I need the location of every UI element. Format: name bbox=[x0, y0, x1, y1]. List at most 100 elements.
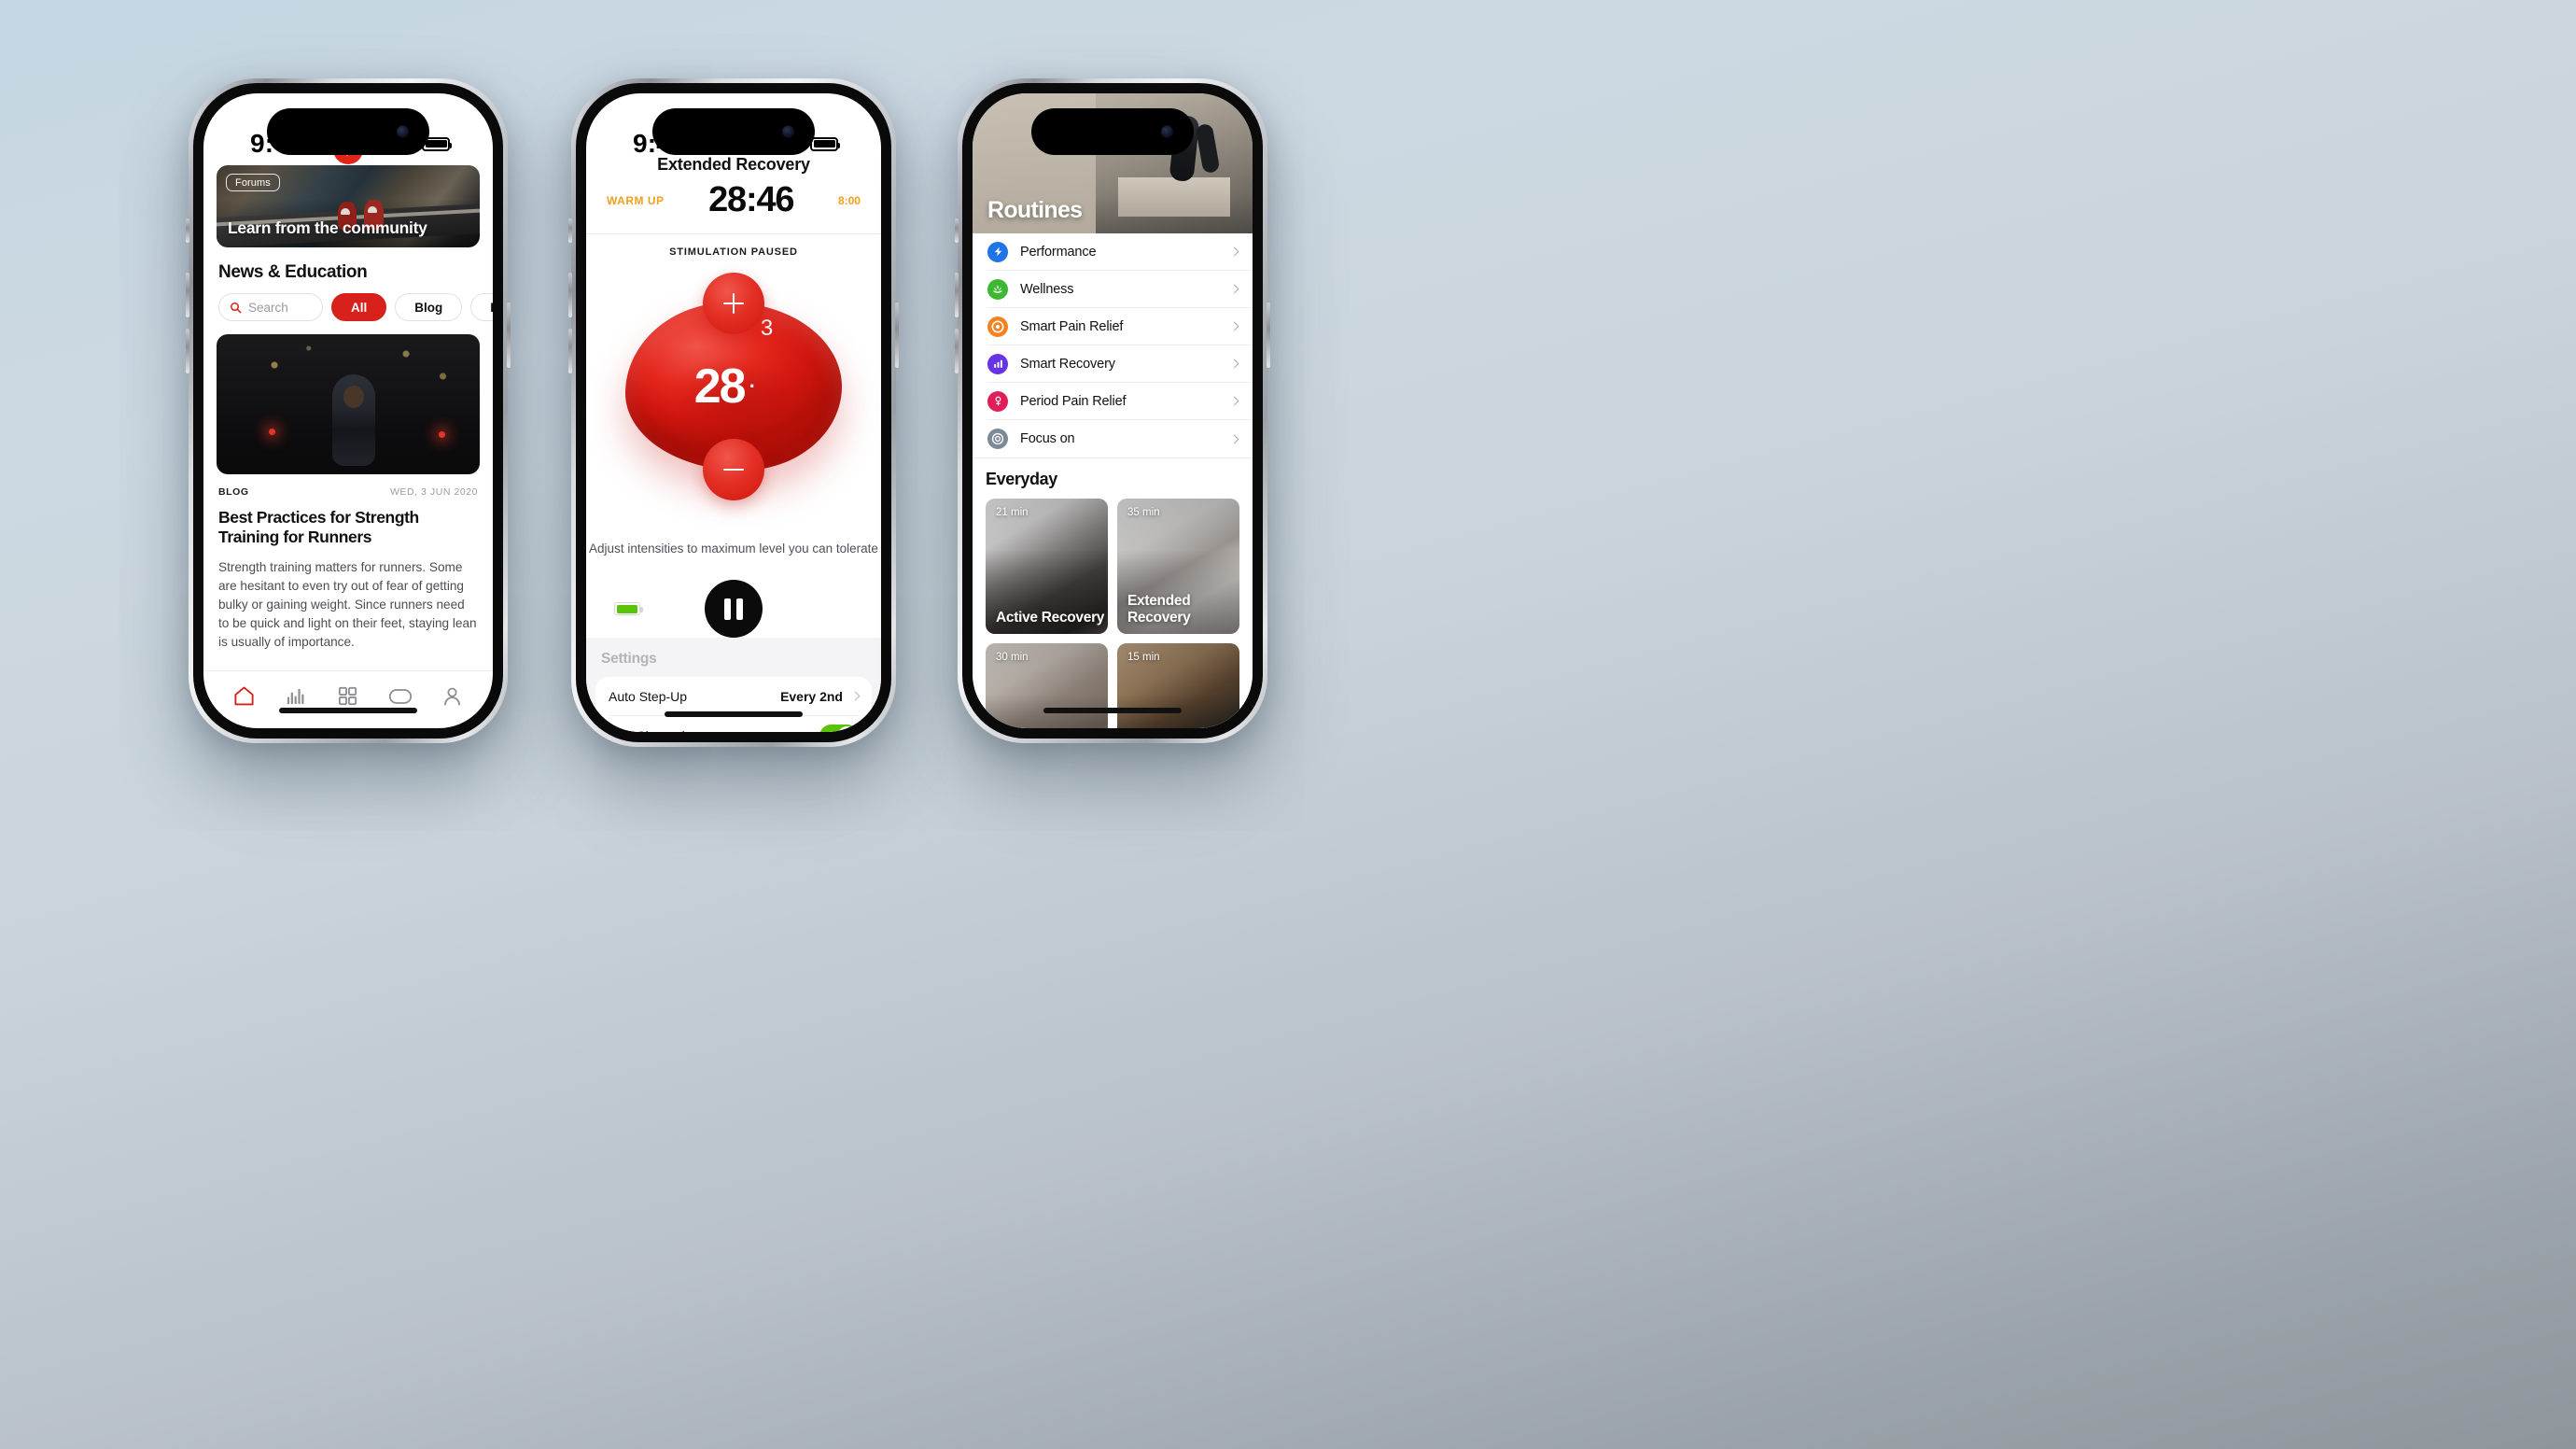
plus-icon bbox=[723, 293, 744, 314]
filter-pill-how[interactable]: How bbox=[470, 293, 493, 321]
volume-up-button[interactable] bbox=[955, 273, 959, 317]
home-indicator[interactable] bbox=[1043, 708, 1182, 713]
routine-row-focus-on[interactable]: Focus on bbox=[987, 420, 1253, 457]
article-body: Strength training matters for runners. S… bbox=[218, 559, 477, 650]
chevron-right-icon bbox=[1229, 246, 1239, 257]
power-button[interactable] bbox=[895, 302, 899, 368]
phone-device-1: 9:41 bbox=[186, 78, 511, 743]
routine-label: Period Pain Relief bbox=[1020, 393, 1127, 409]
venus-symbol-icon bbox=[987, 390, 1008, 412]
settings-section: Settings Auto Step-Up Every 2nd Link Cha… bbox=[586, 638, 881, 732]
everyday-card-massage[interactable]: 15 min Massage bbox=[1117, 643, 1239, 728]
setting-row-auto-step-up[interactable]: Auto Step-Up Every 2nd bbox=[609, 677, 861, 717]
mute-switch[interactable] bbox=[955, 218, 959, 243]
filter-pill-all[interactable]: All bbox=[331, 293, 387, 321]
power-button[interactable] bbox=[507, 302, 511, 368]
phone-bezel-3: Routines Performance Wellness Smart Pain… bbox=[962, 83, 1263, 739]
volume-down-button[interactable] bbox=[186, 329, 189, 373]
power-button[interactable] bbox=[1267, 302, 1270, 368]
routine-label: Performance bbox=[1020, 244, 1097, 260]
tab-home[interactable] bbox=[231, 682, 259, 710]
pause-icon bbox=[724, 598, 731, 620]
mute-switch[interactable] bbox=[568, 218, 572, 243]
mute-switch[interactable] bbox=[186, 218, 189, 243]
transport-controls bbox=[586, 580, 881, 639]
session-remaining: 8:00 bbox=[837, 193, 861, 207]
stadium-light-glow bbox=[269, 429, 276, 435]
chevron-right-icon bbox=[1229, 321, 1239, 331]
forums-chip[interactable]: Forums bbox=[226, 174, 280, 191]
bar-chart-icon bbox=[987, 353, 1008, 374]
forums-hero-card[interactable]: Forums Learn from the community bbox=[217, 165, 480, 247]
minus-icon bbox=[723, 459, 744, 480]
routine-label: Focus on bbox=[1020, 431, 1075, 446]
volume-down-button[interactable] bbox=[568, 329, 572, 373]
routine-row-smart-pain-relief[interactable]: Smart Pain Relief bbox=[987, 308, 1253, 345]
everyday-card-light-recovery[interactable]: 30 min Light Recovery bbox=[986, 643, 1108, 728]
home-icon bbox=[234, 686, 254, 706]
setting-label: Auto Step-Up bbox=[609, 688, 688, 704]
phone1-screen: 9:41 bbox=[203, 93, 493, 728]
phone-bezel-2: 9:41 Extended Recovery WARM UP bbox=[576, 83, 891, 742]
stats-icon bbox=[287, 688, 304, 705]
setting-value-text: Every 2nd bbox=[780, 688, 843, 704]
setting-value: Every 2nd bbox=[780, 688, 861, 704]
tab-device[interactable] bbox=[386, 682, 414, 710]
card-duration: 21 min bbox=[996, 507, 1029, 518]
intensity-whole: 28 bbox=[693, 359, 747, 414]
lotus-icon bbox=[987, 278, 1008, 300]
article-title[interactable]: Best Practices for Strength Training for… bbox=[218, 508, 478, 548]
tab-stats[interactable] bbox=[282, 682, 310, 710]
intensity-decimal: 3 bbox=[760, 316, 774, 341]
routine-label: Wellness bbox=[1020, 281, 1074, 297]
article-thumbnail[interactable] bbox=[217, 334, 480, 474]
intensity-separator: · bbox=[749, 374, 756, 398]
intensity-decrease-button[interactable] bbox=[703, 439, 764, 500]
target-ring-icon bbox=[987, 316, 1008, 337]
link-channels-toggle[interactable] bbox=[819, 724, 859, 732]
card-duration: 15 min bbox=[1127, 652, 1160, 663]
bottom-tab-bar bbox=[203, 670, 493, 728]
phone-device-2: 9:41 Extended Recovery WARM UP bbox=[568, 78, 899, 747]
routine-label: Smart Recovery bbox=[1020, 356, 1115, 372]
news-education-heading: News & Education bbox=[218, 262, 368, 282]
page-title: Routines bbox=[987, 197, 1083, 223]
chevron-right-icon bbox=[1229, 284, 1239, 294]
session-title: Extended Recovery bbox=[657, 155, 810, 174]
stadium-light-glow bbox=[439, 431, 446, 438]
routine-row-smart-recovery[interactable]: Smart Recovery bbox=[987, 345, 1253, 383]
chevron-right-icon bbox=[1229, 434, 1239, 443]
volume-up-button[interactable] bbox=[568, 273, 572, 317]
intensity-increase-button[interactable] bbox=[703, 273, 764, 334]
search-placeholder: Search bbox=[248, 300, 288, 315]
volume-up-button[interactable] bbox=[186, 273, 189, 317]
home-indicator[interactable] bbox=[665, 711, 803, 717]
search-input[interactable]: Search bbox=[218, 293, 323, 321]
intensity-hint: Adjust intensities to maximum level you … bbox=[589, 542, 878, 556]
routine-row-wellness[interactable]: Wellness bbox=[987, 271, 1253, 308]
everyday-card-extended-recovery[interactable]: 35 min Extended Recovery bbox=[1117, 499, 1239, 634]
runner-head bbox=[343, 385, 365, 408]
search-icon bbox=[231, 302, 242, 313]
home-indicator[interactable] bbox=[279, 708, 417, 713]
phone1-content-scroll[interactable]: Forums Learn from the community News & E… bbox=[203, 151, 493, 670]
session-clock: 28:46 bbox=[708, 180, 794, 219]
tab-profile[interactable] bbox=[438, 682, 466, 710]
routine-row-performance[interactable]: Performance bbox=[987, 233, 1253, 271]
card-duration: 35 min bbox=[1127, 507, 1160, 518]
intensity-control[interactable]: 28 · 3 bbox=[625, 273, 842, 500]
volume-down-button[interactable] bbox=[955, 329, 959, 373]
card-title: Extended Recovery bbox=[1127, 593, 1191, 626]
setting-row-link-channels[interactable]: Link Channels bbox=[609, 716, 859, 732]
card-title: Active Recovery bbox=[996, 609, 1105, 626]
everyday-card-active-recovery[interactable]: 21 min Active Recovery bbox=[986, 499, 1108, 634]
routine-row-period-pain-relief[interactable]: Period Pain Relief bbox=[987, 383, 1253, 420]
session-phase-label: WARM UP bbox=[607, 193, 665, 207]
card-duration: 30 min bbox=[996, 652, 1029, 663]
routines-list: Performance Wellness Smart Pain Relief S… bbox=[973, 233, 1253, 457]
filter-pill-blog[interactable]: Blog bbox=[395, 293, 463, 321]
filter-row: Search All Blog How bbox=[218, 293, 493, 321]
pause-button[interactable] bbox=[705, 580, 763, 639]
tab-programs[interactable] bbox=[334, 682, 362, 710]
phone3-screen: Routines Performance Wellness Smart Pain… bbox=[973, 93, 1253, 728]
